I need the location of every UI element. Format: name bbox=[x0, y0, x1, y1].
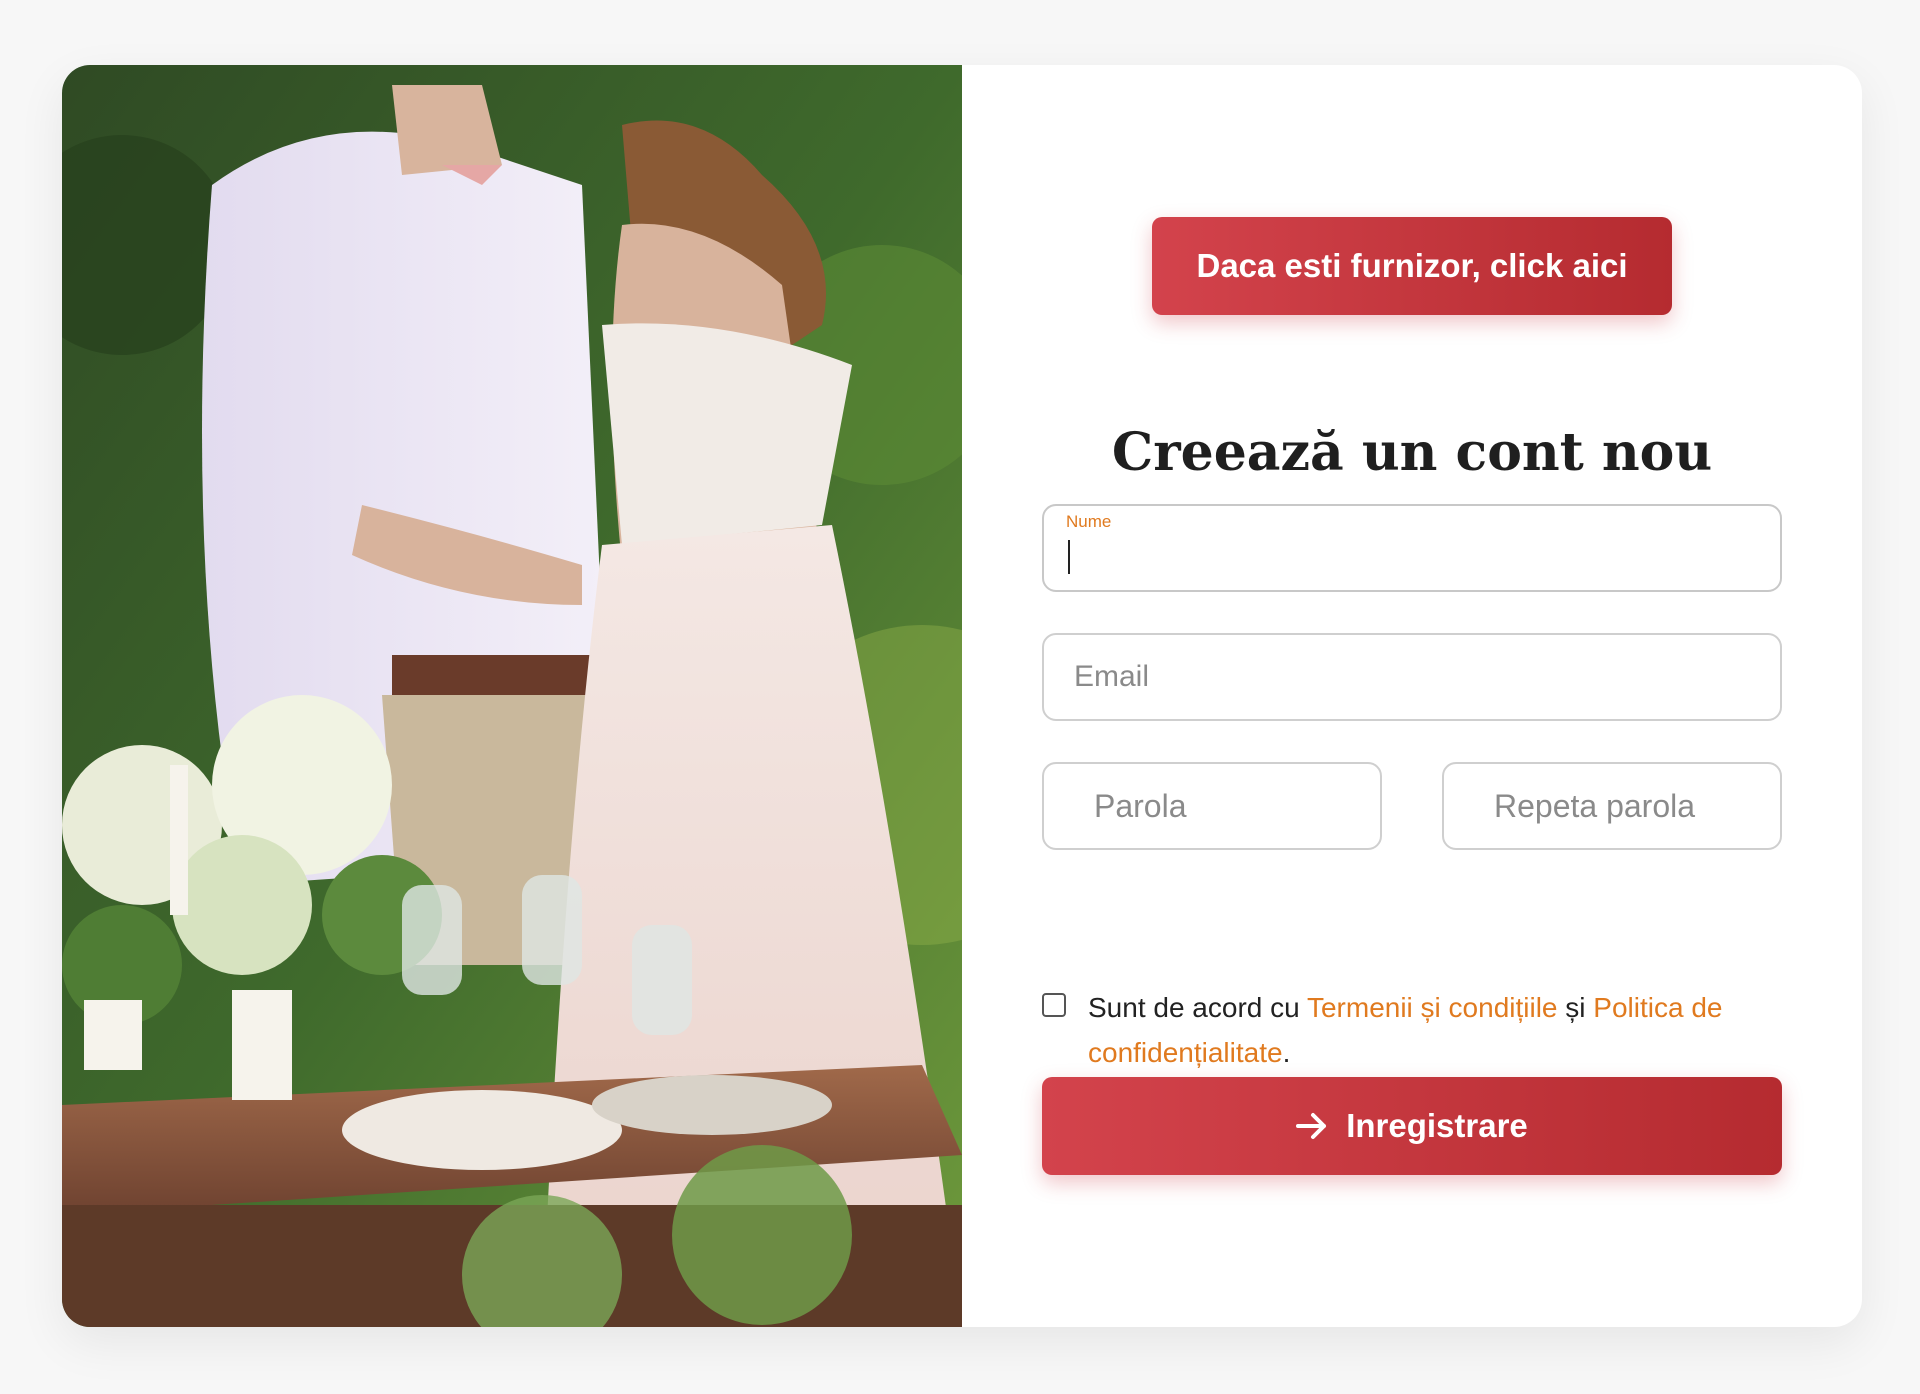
text-cursor bbox=[1068, 540, 1070, 574]
repeat-password-field[interactable] bbox=[1444, 764, 1780, 848]
consent-checkbox[interactable] bbox=[1042, 993, 1066, 1017]
consent-conjunction: și bbox=[1557, 992, 1594, 1023]
signup-form: Daca esti furnizor, click aici Creează u… bbox=[962, 65, 1862, 1327]
page-title: Creează un cont nou bbox=[1111, 422, 1713, 483]
vendor-link-button[interactable]: Daca esti furnizor, click aici bbox=[1152, 217, 1672, 315]
name-field[interactable]: Nume bbox=[1042, 504, 1782, 592]
consent-text: Sunt de acord cu Termenii și condițiile … bbox=[1088, 985, 1778, 1075]
terms-link[interactable]: Termenii și condițiile bbox=[1307, 992, 1558, 1023]
register-button-label: Inregistrare bbox=[1346, 1107, 1528, 1144]
wedding-couple-photo bbox=[62, 65, 962, 1327]
password-field[interactable] bbox=[1044, 764, 1380, 848]
arrow-right-icon bbox=[1296, 1112, 1328, 1140]
signup-card: Daca esti furnizor, click aici Creează u… bbox=[62, 65, 1862, 1327]
consent-suffix: . bbox=[1282, 1037, 1291, 1068]
email-field-wrapper bbox=[1042, 633, 1782, 721]
consent-prefix: Sunt de acord cu bbox=[1088, 992, 1307, 1023]
email-field[interactable] bbox=[1044, 635, 1780, 719]
password-field-wrapper bbox=[1042, 762, 1382, 850]
register-button[interactable]: Inregistrare bbox=[1042, 1077, 1782, 1175]
repeat-password-field-wrapper bbox=[1442, 762, 1782, 850]
name-field-label: Nume bbox=[1066, 512, 1112, 531]
